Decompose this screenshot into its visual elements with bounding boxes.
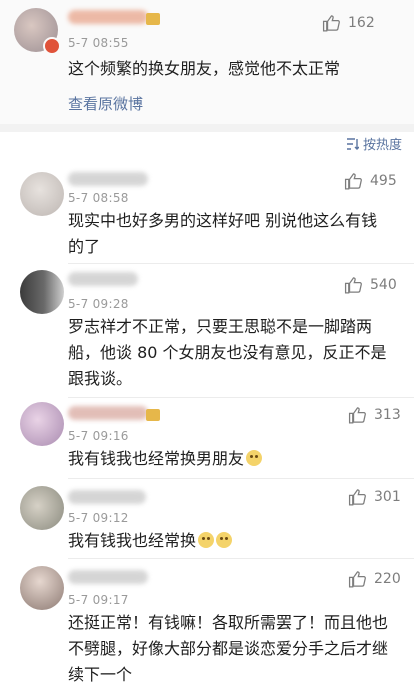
avatar[interactable] xyxy=(20,172,64,216)
section-separator xyxy=(0,124,414,132)
comment-text: 我有钱我也经常换男朋友 xyxy=(68,446,263,472)
comment-text-line: 还挺正常！有钱嘛！各取所需罢了！而且他也 xyxy=(68,613,389,632)
comment-text: 我有钱我也经常换 xyxy=(68,528,233,554)
comment-text-line: 续下一个 xyxy=(68,665,133,684)
divider xyxy=(68,263,414,264)
user-name[interactable] xyxy=(68,10,148,24)
doge-emoji-icon xyxy=(216,532,233,548)
avatar[interactable] xyxy=(20,270,64,314)
post-like-button[interactable]: 162 xyxy=(322,14,375,32)
view-original-link[interactable]: 查看原微博 xyxy=(68,93,143,114)
crown-icon xyxy=(146,13,160,25)
comment-time: 5-7 09:17 xyxy=(68,593,129,607)
comment-time: 5-7 09:28 xyxy=(68,297,129,311)
comment-text-line: 现实中也好多男的这样好吧 别说他这么有钱 xyxy=(68,211,378,230)
user-name[interactable] xyxy=(68,570,148,584)
like-count: 495 xyxy=(370,173,397,189)
like-count: 301 xyxy=(374,489,401,505)
comment-like-button[interactable]: 495 xyxy=(344,172,397,190)
comment-like-button[interactable]: 313 xyxy=(348,406,401,424)
comment-text-line: 我有钱我也经常换 xyxy=(68,531,197,550)
like-count: 540 xyxy=(370,277,397,293)
user-name[interactable] xyxy=(68,406,148,420)
user-name[interactable] xyxy=(68,272,138,286)
avatar[interactable] xyxy=(20,402,64,446)
comment-text-line: 不劈腿，好像大部分都是谈恋爱分手之后才继 xyxy=(68,639,389,658)
comment-like-button[interactable]: 220 xyxy=(348,570,401,588)
comment-text-line: 罗志祥才不正常，只要王思聪不是一脚踏两 xyxy=(68,317,373,336)
thumbs-up-icon xyxy=(348,489,366,506)
comment-text-line: 的了 xyxy=(68,237,101,256)
comment-like-button[interactable]: 301 xyxy=(348,488,401,506)
user-name[interactable] xyxy=(68,490,146,504)
comment-text-line: 船，他谈 80 个女朋友也没有意见，反正不是 xyxy=(68,343,387,362)
thumbs-up-icon xyxy=(344,277,362,294)
thumbs-up-icon xyxy=(344,173,362,190)
divider xyxy=(68,478,414,479)
thumbs-up-icon xyxy=(322,15,340,32)
user-name[interactable] xyxy=(68,172,148,186)
post-text: 这个频繁的换女朋友，感觉他不太正常 xyxy=(68,59,341,78)
doge-emoji-icon xyxy=(246,450,263,466)
comment-text-line: 跟我谈。 xyxy=(68,369,133,388)
like-count: 220 xyxy=(374,571,401,587)
thumbs-up-icon xyxy=(348,571,366,588)
like-count: 313 xyxy=(374,407,401,423)
thumbs-up-icon xyxy=(348,407,366,424)
doge-emoji-icon xyxy=(198,532,215,548)
comment-like-button[interactable]: 540 xyxy=(344,276,397,294)
comment-time: 5-7 09:12 xyxy=(68,511,129,525)
avatar[interactable] xyxy=(20,566,64,610)
verified-badge-icon xyxy=(43,37,61,55)
like-count: 162 xyxy=(348,15,375,31)
comment-time: 5-7 09:16 xyxy=(68,429,129,443)
avatar[interactable] xyxy=(20,486,64,530)
comment-text-line: 我有钱我也经常换男朋友 xyxy=(68,449,245,468)
sort-label: 按热度 xyxy=(362,138,402,153)
crown-icon xyxy=(146,409,160,421)
sort-icon xyxy=(346,137,359,150)
comment-time: 5-7 08:58 xyxy=(68,191,129,205)
divider xyxy=(68,397,414,398)
sort-by-hot-button[interactable]: 按热度 xyxy=(346,134,402,153)
post-time: 5-7 08:55 xyxy=(68,36,129,50)
divider xyxy=(68,558,414,559)
